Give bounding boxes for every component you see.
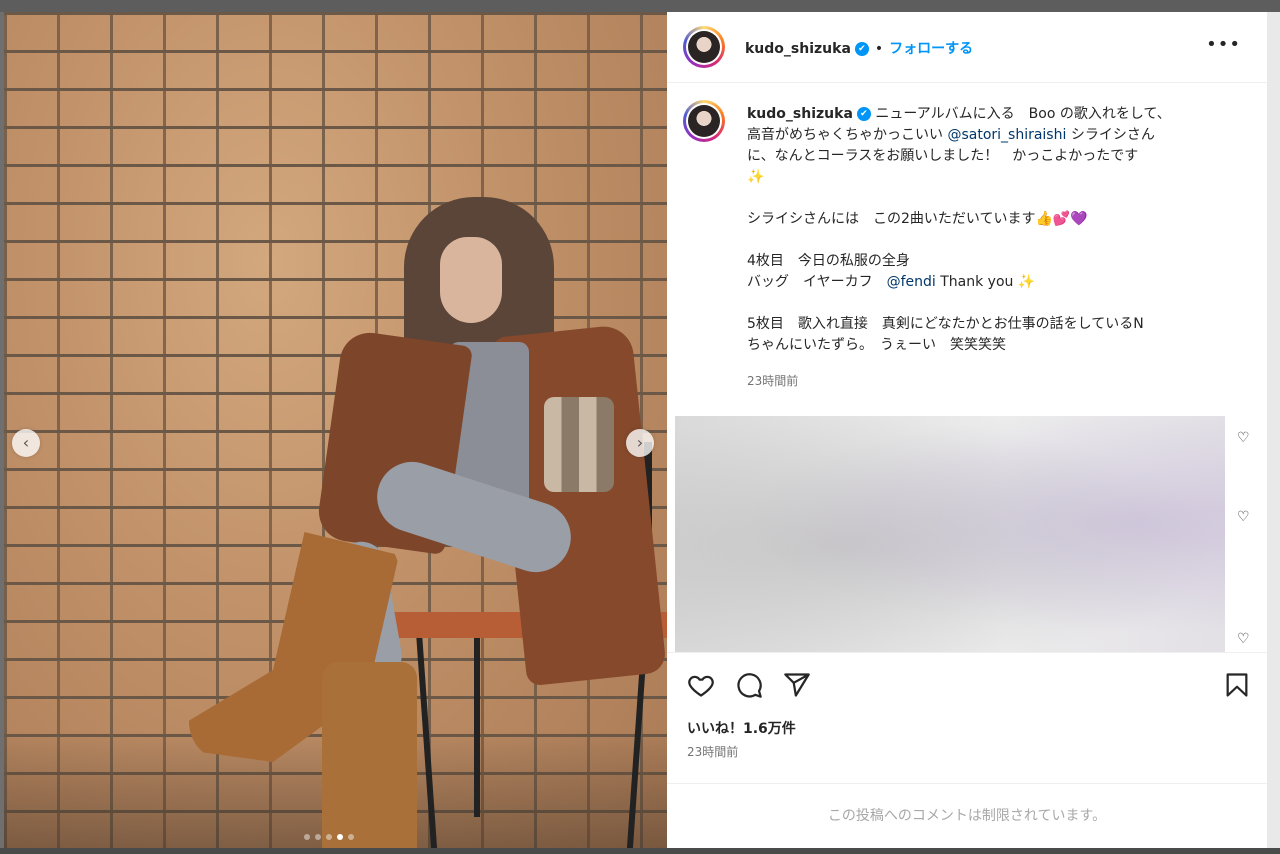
bookmark-icon[interactable] bbox=[1223, 671, 1251, 699]
mention-link[interactable]: @fendi bbox=[887, 274, 936, 290]
chevron-left-icon: ‹ bbox=[22, 433, 30, 452]
comment-like-icon[interactable]: ♡ bbox=[1237, 631, 1250, 647]
caption-username-link[interactable]: kudo_shizuka bbox=[747, 106, 853, 122]
carousel-dot bbox=[315, 834, 321, 840]
caption-line: シライシさんには この2曲いただいています👍💕💜 bbox=[747, 211, 1088, 227]
share-icon[interactable] bbox=[783, 671, 811, 699]
chair-leg bbox=[474, 637, 480, 817]
carousel-dot-active bbox=[337, 834, 343, 840]
carousel-dot bbox=[348, 834, 354, 840]
caption-line: ちゃんにいたずら。 うぇーい 笑笑笑笑 bbox=[747, 337, 1006, 353]
caption-line: バッグ イヤーカフ bbox=[747, 274, 887, 290]
mention-link[interactable]: @satori_shiraishi bbox=[947, 127, 1066, 143]
like-count[interactable]: いいね！1.6万件 bbox=[687, 718, 796, 738]
chevron-right-icon: › bbox=[636, 433, 644, 452]
top-backdrop bbox=[0, 0, 1280, 12]
comment-icon[interactable] bbox=[735, 671, 763, 699]
verified-badge-icon: ✔ bbox=[854, 42, 869, 56]
caption-timestamp[interactable]: 23時間前 bbox=[747, 372, 798, 389]
carousel-dot bbox=[304, 834, 310, 840]
more-options-icon[interactable]: ••• bbox=[1206, 34, 1241, 55]
caption-line: シライシさん bbox=[1066, 127, 1155, 143]
verified-badge-icon: ✔ bbox=[856, 107, 871, 121]
follow-button[interactable]: フォローする bbox=[889, 41, 973, 57]
avatar-image bbox=[688, 31, 720, 63]
fringe-boot bbox=[322, 662, 417, 850]
caption-line: Thank you bbox=[935, 274, 1018, 290]
caption-text: kudo_shizuka ✔ ニューアルバムに入る Boo の歌入れをして、 高音… bbox=[747, 104, 1237, 356]
header-user-line: kudo_shizuka ✔ • フォローする bbox=[745, 38, 973, 58]
post-header: kudo_shizuka ✔ • フォローする ••• bbox=[667, 12, 1267, 83]
avatar[interactable] bbox=[683, 100, 725, 142]
post-detail-panel: kudo_shizuka ✔ • フォローする ••• kudo_shizuka ✔ ニ… bbox=[667, 12, 1267, 850]
heart-icon[interactable] bbox=[687, 671, 715, 699]
avatar[interactable] bbox=[683, 26, 725, 68]
sparkle-icon: ✨ bbox=[747, 169, 765, 185]
caption-line: に、なんとコーラスをお願いしました！ かっこよかったです bbox=[747, 148, 1139, 164]
page-scrollbar[interactable] bbox=[1267, 12, 1280, 850]
sparkle-icon: ✨ bbox=[1017, 274, 1036, 290]
carousel-next-button[interactable]: › bbox=[626, 429, 654, 457]
caption-line: ニューアルバムに入る Boo の歌入れをして、 bbox=[875, 106, 1171, 122]
carousel-prev-button[interactable]: ‹ bbox=[12, 429, 40, 457]
separator-dot: • bbox=[874, 41, 884, 57]
person-face bbox=[440, 237, 502, 323]
comment-like-icon[interactable]: ♡ bbox=[1237, 430, 1250, 446]
caption-line: 高音がめちゃくちゃかっこいい bbox=[747, 127, 948, 143]
caption-line: 5枚目 歌入れ直接 真剣にどなたかとお仕事の話をしているN bbox=[747, 316, 1144, 332]
comments-restricted-notice: この投稿へのコメントは制限されています。 bbox=[667, 783, 1267, 851]
carousel-dot bbox=[326, 834, 332, 840]
blurred-comments bbox=[675, 416, 1225, 652]
avatar-image bbox=[688, 105, 720, 137]
person-bag bbox=[544, 397, 614, 492]
action-bar bbox=[667, 652, 1267, 709]
carousel-indicator bbox=[304, 834, 354, 840]
caption-line: 4枚目 今日の私服の全身 bbox=[747, 253, 910, 269]
post-photo[interactable]: ‹ › bbox=[4, 12, 667, 850]
bottom-backdrop bbox=[0, 848, 1280, 854]
username-link[interactable]: kudo_shizuka bbox=[745, 41, 851, 57]
comment-like-icon[interactable]: ♡ bbox=[1237, 509, 1250, 525]
post-timestamp[interactable]: 23時間前 bbox=[687, 743, 738, 760]
